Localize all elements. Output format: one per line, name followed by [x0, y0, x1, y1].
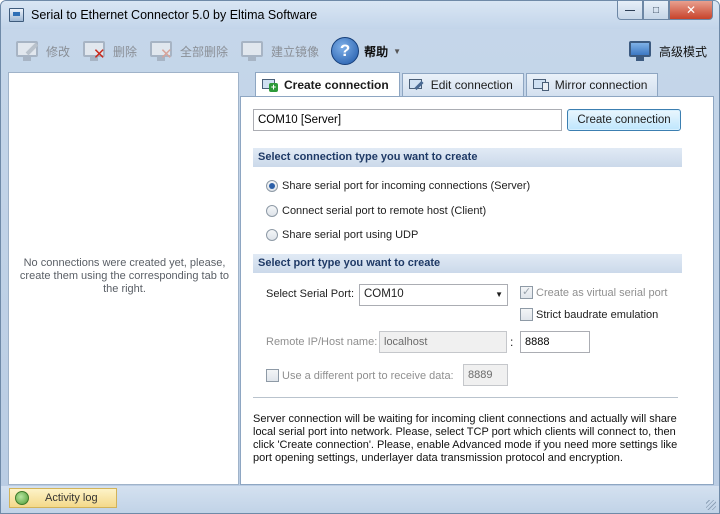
virtual-port-checkbox-row[interactable]: Create as virtual serial port — [520, 285, 668, 299]
strict-baud-checkbox-row[interactable]: Strict baudrate emulation — [520, 308, 658, 321]
tab-mirror-label: Mirror connection — [554, 78, 648, 92]
activity-log-label: Activity log — [45, 492, 98, 504]
activity-log-icon — [15, 491, 29, 505]
radio-button[interactable] — [266, 180, 278, 192]
serial-port-label: Select Serial Port: — [266, 288, 355, 300]
monitor-delete-all-icon: ✕ — [149, 38, 175, 64]
tab-mirror-connection[interactable]: Mirror connection — [525, 73, 659, 96]
background-window-title — [453, 5, 603, 17]
different-port-label: Use a different port to receive data: — [282, 369, 454, 382]
delete-label: 删除 — [113, 44, 138, 59]
tab-create-connection[interactable]: + Create connection — [255, 72, 400, 96]
port-input[interactable] — [520, 331, 590, 353]
minimize-button[interactable]: — — [617, 1, 643, 20]
radio-button[interactable] — [266, 229, 278, 241]
create-connection-button[interactable]: Create connection — [567, 109, 681, 131]
advanced-mode-button[interactable]: 高级模式 — [622, 35, 713, 67]
chevron-down-icon: ▼ — [393, 46, 401, 56]
connection-description: Server connection will be waiting for in… — [253, 413, 678, 464]
connection-name-input[interactable] — [253, 109, 562, 131]
connection-tabs: + Create connection Edit connection Mirr… — [255, 72, 660, 96]
connections-list[interactable]: No connections were created yet, please,… — [8, 72, 239, 485]
delete-all-label: 全部删除 — [180, 44, 229, 59]
edit-button[interactable]: 修改 — [9, 35, 76, 67]
radio-client[interactable]: Connect serial port to remote host (Clie… — [266, 205, 486, 217]
help-icon: ? — [331, 37, 360, 65]
window-controls: — □ ✕ — [617, 1, 713, 20]
serial-port-value: COM10 — [364, 288, 404, 300]
virtual-port-label: Create as virtual serial port — [536, 286, 668, 299]
resize-grip[interactable] — [706, 500, 716, 510]
port-separator: : — [510, 335, 514, 349]
port-type-header: Select port type you want to create — [253, 254, 682, 273]
delete-button[interactable]: ✕ 删除 — [76, 35, 143, 67]
monitor-plus-icon: + — [262, 78, 278, 92]
maximize-button[interactable]: □ — [643, 1, 669, 20]
radio-button[interactable] — [266, 205, 278, 217]
app-window: Serial to Ethernet Connector 5.0 by Elti… — [0, 0, 720, 514]
delete-all-button[interactable]: ✕ 全部删除 — [143, 35, 234, 67]
remote-host-input[interactable] — [379, 331, 507, 353]
radio-udp-label: Share serial port using UDP — [282, 229, 419, 241]
monitor-edit-icon — [15, 38, 41, 64]
different-port-checkbox-row[interactable]: Use a different port to receive data: — [266, 369, 454, 382]
radio-server-label: Share serial port for incoming connectio… — [282, 180, 531, 192]
serial-port-select[interactable]: COM10 ▼ — [359, 284, 508, 306]
mirror-label: 建立镜像 — [271, 44, 320, 59]
divider — [253, 397, 678, 398]
app-icon[interactable] — [9, 8, 24, 22]
radio-client-label: Connect serial port to remote host (Clie… — [282, 205, 487, 217]
strict-baud-label: Strict baudrate emulation — [536, 308, 659, 321]
edit-label: 修改 — [46, 44, 71, 59]
radio-server[interactable]: Share serial port for incoming connectio… — [266, 180, 530, 192]
tab-create-label: Create connection — [284, 77, 389, 92]
close-button[interactable]: ✕ — [669, 1, 713, 20]
monitor-icon — [628, 38, 654, 64]
toolbar: 修改 ✕ 删除 ✕ 全部删除 建立镜像 ? 帮助 ▼ 高级模式 — [9, 31, 713, 71]
activity-log-tab[interactable]: Activity log — [9, 488, 117, 508]
window-title: Serial to Ethernet Connector 5.0 by Elti… — [31, 8, 318, 22]
advanced-mode-label: 高级模式 — [658, 44, 707, 59]
receive-port-input[interactable] — [463, 364, 508, 386]
remote-host-label: Remote IP/Host name: — [266, 336, 378, 348]
tab-edit-label: Edit connection — [430, 78, 513, 92]
monitor-mirror-icon — [532, 78, 549, 92]
help-button[interactable]: ? 帮助 ▼ — [325, 35, 407, 67]
mirror-button[interactable]: 建立镜像 — [234, 35, 325, 67]
create-connection-panel: Create connection Select connection type… — [240, 96, 714, 485]
status-bar: Activity log — [1, 486, 719, 513]
monitor-edit-icon — [408, 78, 425, 92]
strict-baud-checkbox[interactable] — [520, 308, 533, 321]
empty-list-message: No connections were created yet, please,… — [19, 257, 230, 295]
title-bar[interactable]: Serial to Ethernet Connector 5.0 by Elti… — [1, 1, 719, 29]
radio-udp[interactable]: Share serial port using UDP — [266, 229, 418, 241]
help-label: 帮助 — [364, 44, 389, 59]
monitor-mirror-icon — [240, 38, 266, 64]
connection-type-header: Select connection type you want to creat… — [253, 148, 682, 167]
monitor-delete-icon: ✕ — [82, 38, 108, 64]
virtual-port-checkbox[interactable] — [520, 285, 533, 299]
tab-edit-connection[interactable]: Edit connection — [401, 73, 524, 96]
different-port-checkbox[interactable] — [266, 369, 279, 382]
chevron-down-icon: ▼ — [495, 290, 503, 299]
